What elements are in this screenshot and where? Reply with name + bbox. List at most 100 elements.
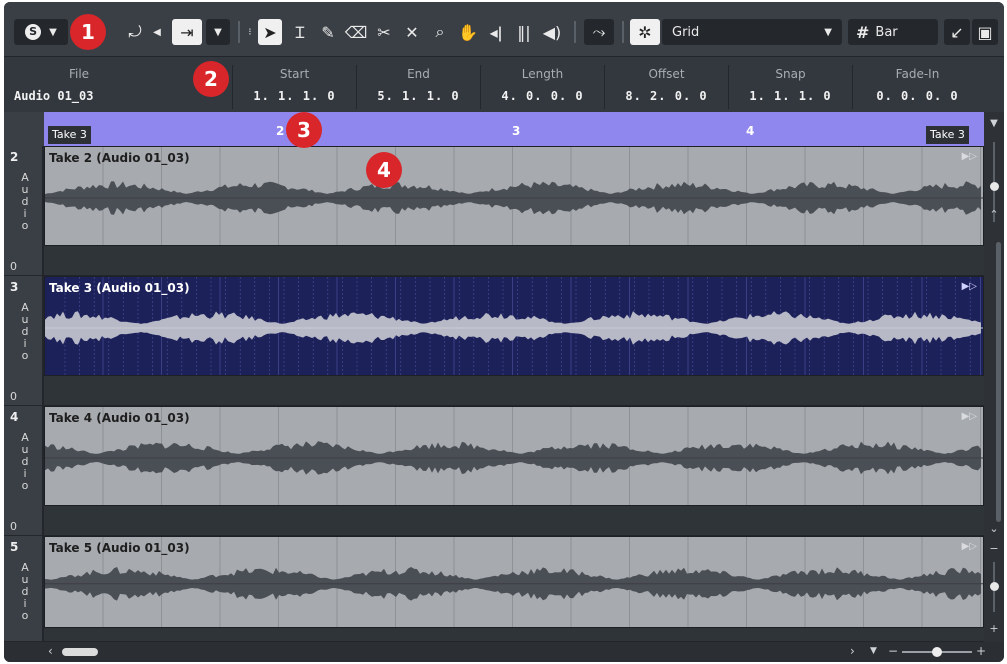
take-lane-clip[interactable]: Take 5 (Audio 01_03) ▶▷ [44,536,984,628]
lane-header[interactable]: 2 Audio 0 [4,146,44,276]
range-selection-icon[interactable]: Ɪ [288,19,312,45]
snap-type-dropdown[interactable]: Grid ▼ [662,19,842,45]
lane-number: 4 [10,410,19,424]
ruler-take-left[interactable]: Take 3 [48,126,91,144]
take-lane: 5 Audio Take 5 (Audio 01_03) ▶▷ [4,536,984,642]
play-flag-icon: ▶▷ [961,151,977,162]
lane-number: 5 [10,540,19,554]
horizontal-scrollbar[interactable]: ‹ › ▼ − + [4,642,1004,662]
snap-curve-icon[interactable]: ⤳ [584,19,614,45]
info-label: Snap [775,67,806,81]
lane-header[interactable]: 4 Audio 0 [4,406,44,536]
lane-footer [44,376,984,406]
info-end[interactable]: End 5. 1. 1. 0 [356,65,480,109]
horizontal-zoom-handle[interactable] [932,647,942,657]
toolbar: S ▼ ⤾ ◀ ⇥ ▼ ⁝ ➤ Ɪ ✎ ⌫ ✂ ✕ ⌕ ✋ ◂ǀ ‖| ◀) ⤳… [4,2,1004,56]
dropdown-arrow-icon: ▼ [824,26,832,38]
snap-toggle-icon[interactable]: ✲ [630,19,660,45]
lane-footer [44,246,984,276]
lane-number: 3 [10,280,19,294]
mute-x-icon[interactable]: ✕ [400,19,424,45]
draw-icon[interactable]: ✎ [316,19,340,45]
window-layout-icon[interactable]: ▣ [972,19,998,45]
info-line: File Audio 01_03 Start 1. 1. 1. 0 End 5.… [4,56,1004,112]
scroll-up-arrow-icon[interactable]: ▼ [988,118,1000,129]
take-title: Take 3 (Audio 01_03) [49,281,190,295]
lane-footer [44,628,984,642]
lane-header[interactable]: 3 Audio 0 [4,276,44,406]
callout-badge: 4 [366,152,402,188]
vertical-scrollbar[interactable]: ▼ ⌃ ⌄ − + [984,112,1004,642]
chevron-right-icon[interactable]: › [850,644,855,658]
zoom-in-icon[interactable]: + [976,644,986,658]
info-start[interactable]: Start 1. 1. 1. 0 [232,65,356,109]
ruler-bar-number: 3 [512,124,521,138]
info-value: 8. 2. 0. 0 [625,89,708,103]
warp-icon[interactable]: ‖| [512,19,536,45]
lane-footer [44,506,984,536]
arrow-down-left-icon[interactable]: ↙ [944,19,970,45]
waveform-zoom-handle[interactable] [990,582,999,591]
play-flag-icon: ▶▷ [961,281,977,292]
speaker-icon[interactable]: ◀) [540,19,564,45]
play-flag-icon: ▶▷ [961,541,977,552]
info-label: Offset [648,67,685,81]
info-label: End [407,67,430,81]
ruler-header [4,112,44,146]
info-value: 0. 0. 0. 0 [876,89,959,103]
lane-zero: 0 [10,520,17,533]
zoom-in-icon[interactable]: + [988,622,1000,635]
zoom-out-icon[interactable]: − [988,542,1000,555]
zoom-icon[interactable]: ⌕ [428,19,452,45]
take-title: Take 4 (Audio 01_03) [49,411,190,425]
callout-badge: 2 [193,61,229,97]
info-value: Audio 01_03 [14,89,94,103]
chevron-down-icon[interactable]: ⌄ [988,522,1000,535]
take-lane-clip-selected[interactable]: Take 3 (Audio 01_03) ▶▷ [44,276,984,376]
info-length[interactable]: Length 4. 0. 0. 0 [480,65,604,109]
auto-scroll-icon[interactable]: ⇥ [172,19,202,45]
divider [574,21,576,43]
info-label: Length [521,67,564,81]
lane-header[interactable]: 5 Audio [4,536,44,642]
take-lane-clip[interactable]: Take 2 (Audio 01_03) ▶▷ [44,146,984,246]
arrow-left-icon[interactable]: ◀ [150,19,164,45]
info-fade-in[interactable]: Fade-In 0. 0. 0. 0 [852,65,982,109]
loop-icon[interactable]: ⤾ [122,19,148,45]
lane-zero: 0 [10,260,17,273]
info-file[interactable]: File Audio 01_03 [4,65,114,109]
info-offset[interactable]: Offset 8. 2. 0. 0 [604,65,728,109]
solo-editor-button[interactable]: S ▼ [14,19,68,45]
dropdown-arrow-icon[interactable]: ▼ [206,19,230,45]
object-selection-icon[interactable]: ➤ [258,19,282,45]
audition-icon[interactable]: ◂ǀ [484,19,508,45]
ruler-take-right[interactable]: Take 3 [926,126,969,144]
take-lane: 4 Audio 0 Take 4 (Audio 01_03) ▶▷ [4,406,984,536]
chevron-up-icon[interactable]: ⌃ [988,208,1000,221]
vertical-zoom-handle[interactable] [990,182,999,191]
take-lane-clip[interactable]: Take 4 (Audio 01_03) ▶▷ [44,406,984,506]
quantize-preset[interactable]: # Bar [848,19,938,45]
info-value: 1. 1. 1. 0 [253,89,336,103]
divider [238,21,240,43]
divider [622,21,624,43]
chevron-left-icon[interactable]: ‹ [48,644,53,658]
info-value: 5. 1. 1. 0 [377,89,460,103]
zoom-out-icon[interactable]: − [888,644,898,658]
split-scissors-icon[interactable]: ✂ [372,19,396,45]
info-label: File [68,67,90,81]
grid-hash-icon: # [856,22,870,42]
erase-icon[interactable]: ⌫ [344,19,368,45]
lane-zero: 0 [10,390,17,403]
info-value: 4. 0. 0. 0 [501,89,584,103]
comp-ruler[interactable]: Take 3 2 3 4 Take 3 [44,112,984,146]
scroll-thumb[interactable] [62,648,98,656]
scroll-thumb[interactable] [996,242,1001,522]
hand-icon[interactable]: ✋ [456,19,480,45]
ruler-bar-number: 2 [276,124,285,138]
snap-type-label: Grid [672,24,700,40]
quantize-label: Bar [875,24,898,40]
take-title: Take 5 (Audio 01_03) [49,541,190,555]
info-snap[interactable]: Snap 1. 1. 1. 0 [728,65,852,109]
dropdown-arrow-icon[interactable]: ▼ [870,646,877,656]
